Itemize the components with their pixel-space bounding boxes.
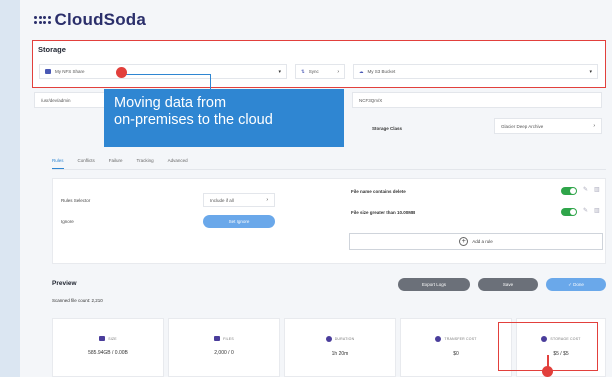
tab-advanced[interactable]: Advanced bbox=[168, 158, 188, 169]
ignore-label: Ignore bbox=[61, 219, 74, 224]
scanned-file-count: Scanned file count: 2,210 bbox=[52, 298, 103, 303]
add-rule-label: Add a rule bbox=[472, 239, 493, 244]
brand-name: CloudSoda bbox=[54, 10, 147, 29]
callout-line: Moving data from bbox=[114, 95, 227, 111]
save-button[interactable]: Save bbox=[478, 278, 538, 291]
chevron-right-icon: › bbox=[593, 123, 595, 129]
chevron-right-icon: › bbox=[337, 68, 339, 75]
edit-icon[interactable]: ✎ bbox=[583, 207, 588, 214]
storage-section: Storage My NFS Share ▾ ⇅ Sync › ☁ My S3 … bbox=[32, 40, 606, 88]
callout-line: on-premises to the cloud bbox=[114, 112, 273, 128]
card-caption: SIZE bbox=[108, 336, 117, 341]
edit-icon[interactable]: ✎ bbox=[583, 186, 588, 193]
file-icon bbox=[214, 336, 221, 341]
card-value: 585.94GB / 0.00B bbox=[88, 350, 128, 356]
annotation-marker bbox=[116, 67, 127, 78]
chevron-right-icon: › bbox=[266, 197, 268, 203]
duration-card: DURATION 1h 20m bbox=[284, 318, 396, 377]
transfer-cost-card: TRANSFER COST $0 bbox=[400, 318, 512, 377]
storage-class-select[interactable]: Glacier Deep Archive › bbox=[494, 118, 602, 134]
rule-toggle[interactable] bbox=[561, 187, 577, 195]
trash-icon[interactable]: ▥ bbox=[594, 207, 600, 214]
callout-connector bbox=[124, 74, 211, 75]
destination-select[interactable]: ☁ My S3 Bucket ▾ bbox=[353, 64, 598, 79]
source-select[interactable]: My NFS Share ▾ bbox=[39, 64, 287, 79]
cloud-icon: ☁ bbox=[359, 68, 364, 74]
done-button[interactable]: ✓ Done bbox=[546, 278, 606, 291]
destination-path-field[interactable]: NCF3Qm/X bbox=[352, 92, 602, 108]
annotation-marker bbox=[542, 366, 553, 377]
export-logs-button[interactable]: Export Logs bbox=[398, 278, 470, 291]
callout-connector bbox=[210, 74, 211, 89]
rule-toggle[interactable] bbox=[561, 208, 577, 216]
annotation-callout: Moving data from on-premises to the clou… bbox=[104, 74, 344, 147]
chevron-down-icon: ▾ bbox=[278, 68, 281, 75]
sync-select[interactable]: ⇅ Sync › bbox=[295, 64, 345, 79]
card-caption: DURATION bbox=[334, 337, 355, 341]
storage-icon bbox=[45, 69, 51, 74]
tab-rules[interactable]: Rules bbox=[52, 158, 64, 169]
storage-title: Storage bbox=[38, 45, 66, 54]
rules-selector-dropdown[interactable]: Include if all › bbox=[203, 193, 275, 207]
sync-label: Sync bbox=[308, 69, 319, 74]
card-value: 2,000 / 0 bbox=[214, 350, 234, 356]
storage-class-label: Storage Class bbox=[372, 126, 403, 131]
rules-panel: Rules Selector Include if all › Ignore S… bbox=[52, 178, 606, 264]
card-caption: FILES bbox=[223, 336, 234, 341]
storage-class-value: Glacier Deep Archive bbox=[501, 123, 544, 129]
rules-selector-value: Include if all bbox=[210, 197, 234, 203]
card-value: 1h 20m bbox=[331, 351, 349, 357]
cloudsoda-logo: CloudSoda bbox=[34, 10, 146, 30]
preview-title: Preview bbox=[52, 280, 77, 287]
card-value: $0 bbox=[453, 351, 459, 357]
trash-icon[interactable]: ▥ bbox=[594, 186, 600, 193]
logo-mark-icon bbox=[34, 16, 51, 24]
source-path-value: /usr/dev/admin bbox=[41, 97, 71, 103]
dollar-icon bbox=[435, 336, 442, 342]
tab-conflicts[interactable]: Conflicts bbox=[78, 158, 95, 169]
clock-icon bbox=[325, 336, 332, 342]
card-caption: TRANSFER COST bbox=[444, 337, 477, 341]
destination-path-value: NCF3Qm/X bbox=[359, 97, 383, 103]
folder-icon bbox=[99, 336, 106, 341]
sync-arrows-icon: ⇅ bbox=[301, 68, 305, 74]
chevron-down-icon: ▾ bbox=[589, 68, 592, 75]
files-card: FILES 2,000 / 0 bbox=[168, 318, 280, 377]
tab-failure[interactable]: Failure bbox=[109, 158, 123, 169]
rule-criterion: File size greater than 10.00MB bbox=[351, 210, 416, 215]
set-ignore-button[interactable]: Set Ignore bbox=[203, 215, 275, 228]
app-header: CloudSoda bbox=[20, 0, 612, 40]
add-rule-button[interactable]: + Add a rule bbox=[349, 233, 603, 250]
size-card: SIZE 585.94GB / 0.00B bbox=[52, 318, 164, 377]
source-value: My NFS Share bbox=[55, 69, 85, 74]
rule-criterion: File name contains delete bbox=[351, 189, 406, 194]
tab-tracking[interactable]: Tracking bbox=[137, 158, 154, 169]
plus-circle-icon: + bbox=[459, 237, 469, 246]
app-window: CloudSoda Storage My NFS Share ▾ ⇅ Sync … bbox=[20, 0, 612, 377]
rules-selector-label: Rules Selector bbox=[61, 198, 91, 203]
destination-value: My S3 Bucket bbox=[367, 69, 396, 74]
settings-tabs: Rules Conflicts Failure Tracking Advance… bbox=[52, 158, 606, 170]
